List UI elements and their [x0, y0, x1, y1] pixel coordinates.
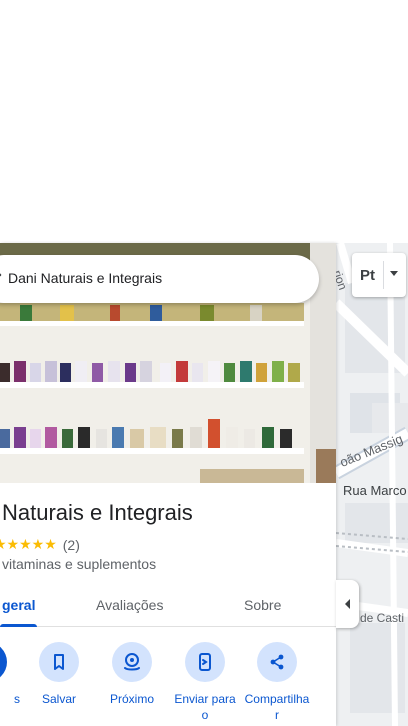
close-icon[interactable] — [0, 255, 4, 279]
send-to-phone-button[interactable]: Enviar para o — [170, 642, 240, 723]
maps-window: oão Massig Rua Marco de Casti rion Pt Da… — [0, 0, 408, 726]
tab-reviews[interactable]: Avaliações — [96, 597, 163, 613]
collapse-panel-button[interactable] — [336, 580, 359, 628]
action-label: Enviar para o — [174, 692, 236, 722]
tab-bar: geral Avaliações Sobre — [0, 585, 336, 627]
nearby-icon — [112, 642, 152, 682]
star-rating-icon: ★★★★★ — [0, 536, 57, 552]
action-label: Salvar — [41, 692, 76, 706]
language-button[interactable]: Pt — [352, 253, 406, 297]
rating-count[interactable]: (2) — [63, 537, 80, 553]
place-category[interactable]: vitaminas e suplementos — [2, 556, 156, 572]
street-label: de Casti — [360, 611, 405, 625]
share-button[interactable]: Compartilha r — [242, 642, 312, 723]
action-label: s — [14, 692, 20, 706]
divider — [383, 261, 384, 289]
place-title: Naturais e Integrais — [2, 500, 193, 525]
directions-button[interactable]: s — [0, 642, 22, 707]
street-label: Rua Marco — [343, 483, 407, 498]
language-button-label: Pt — [360, 267, 375, 284]
place-photo[interactable]: Dani Naturais e Integrais — [0, 243, 336, 483]
bookmark-icon — [39, 642, 79, 682]
send-to-phone-icon — [185, 642, 225, 682]
tab-overview[interactable]: geral — [2, 597, 35, 613]
tab-active-indicator — [0, 624, 37, 627]
chevron-down-icon — [390, 271, 398, 276]
tab-about[interactable]: Sobre — [244, 597, 281, 613]
save-button[interactable]: Salvar — [24, 642, 94, 707]
share-icon — [257, 642, 297, 682]
nearby-button[interactable]: Próximo — [97, 642, 167, 707]
search-input[interactable]: Dani Naturais e Integrais — [8, 270, 162, 286]
search-box[interactable]: Dani Naturais e Integrais — [0, 255, 319, 303]
action-label: Compartilha r — [244, 692, 310, 722]
place-panel: Dani Naturais e Integrais Naturais e Int… — [0, 243, 336, 726]
rating-row[interactable]: ★★★★★ (2) — [0, 536, 80, 553]
action-label: Próximo — [109, 692, 154, 706]
directions-icon — [0, 642, 7, 682]
caret-left-icon — [344, 599, 350, 609]
